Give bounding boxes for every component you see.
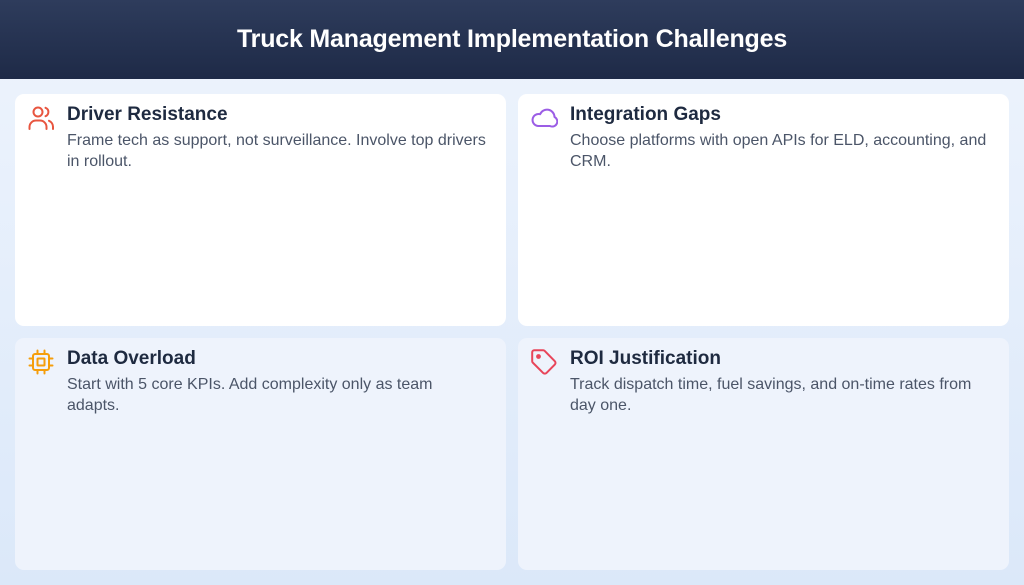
page-header: Truck Management Implementation Challeng…: [0, 0, 1024, 79]
cpu-chip-icon: [27, 348, 55, 376]
card-title: Data Overload: [67, 348, 196, 369]
page-title: Truck Management Implementation Challeng…: [236, 25, 788, 53]
cloud-icon: [530, 104, 558, 132]
tag-icon: [530, 348, 558, 376]
card-text: Start with 5 core KPIs. Add complexity o…: [67, 376, 433, 414]
card-text: Track dispatch time, fuel savings, and o…: [570, 376, 972, 414]
card-title: Integration Gaps: [570, 104, 721, 125]
card-title: Driver Resistance: [67, 104, 228, 125]
card-text: Frame tech as support, not surveillance.…: [67, 132, 486, 170]
challenge-card-data-overload: Data Overload Start with 5 core KPIs. Ad…: [15, 338, 506, 570]
card-title: ROI Justification: [570, 348, 721, 369]
card-text: Choose platforms with open APIs for ELD,…: [570, 132, 987, 170]
challenge-card-integration-gaps: Integration Gaps Choose platforms with o…: [518, 94, 1009, 326]
challenge-card-roi-justification: ROI Justification Track dispatch time, f…: [518, 338, 1009, 570]
users-icon: [27, 104, 55, 132]
challenge-card-driver-resistance: Driver Resistance Frame tech as support,…: [15, 94, 506, 326]
